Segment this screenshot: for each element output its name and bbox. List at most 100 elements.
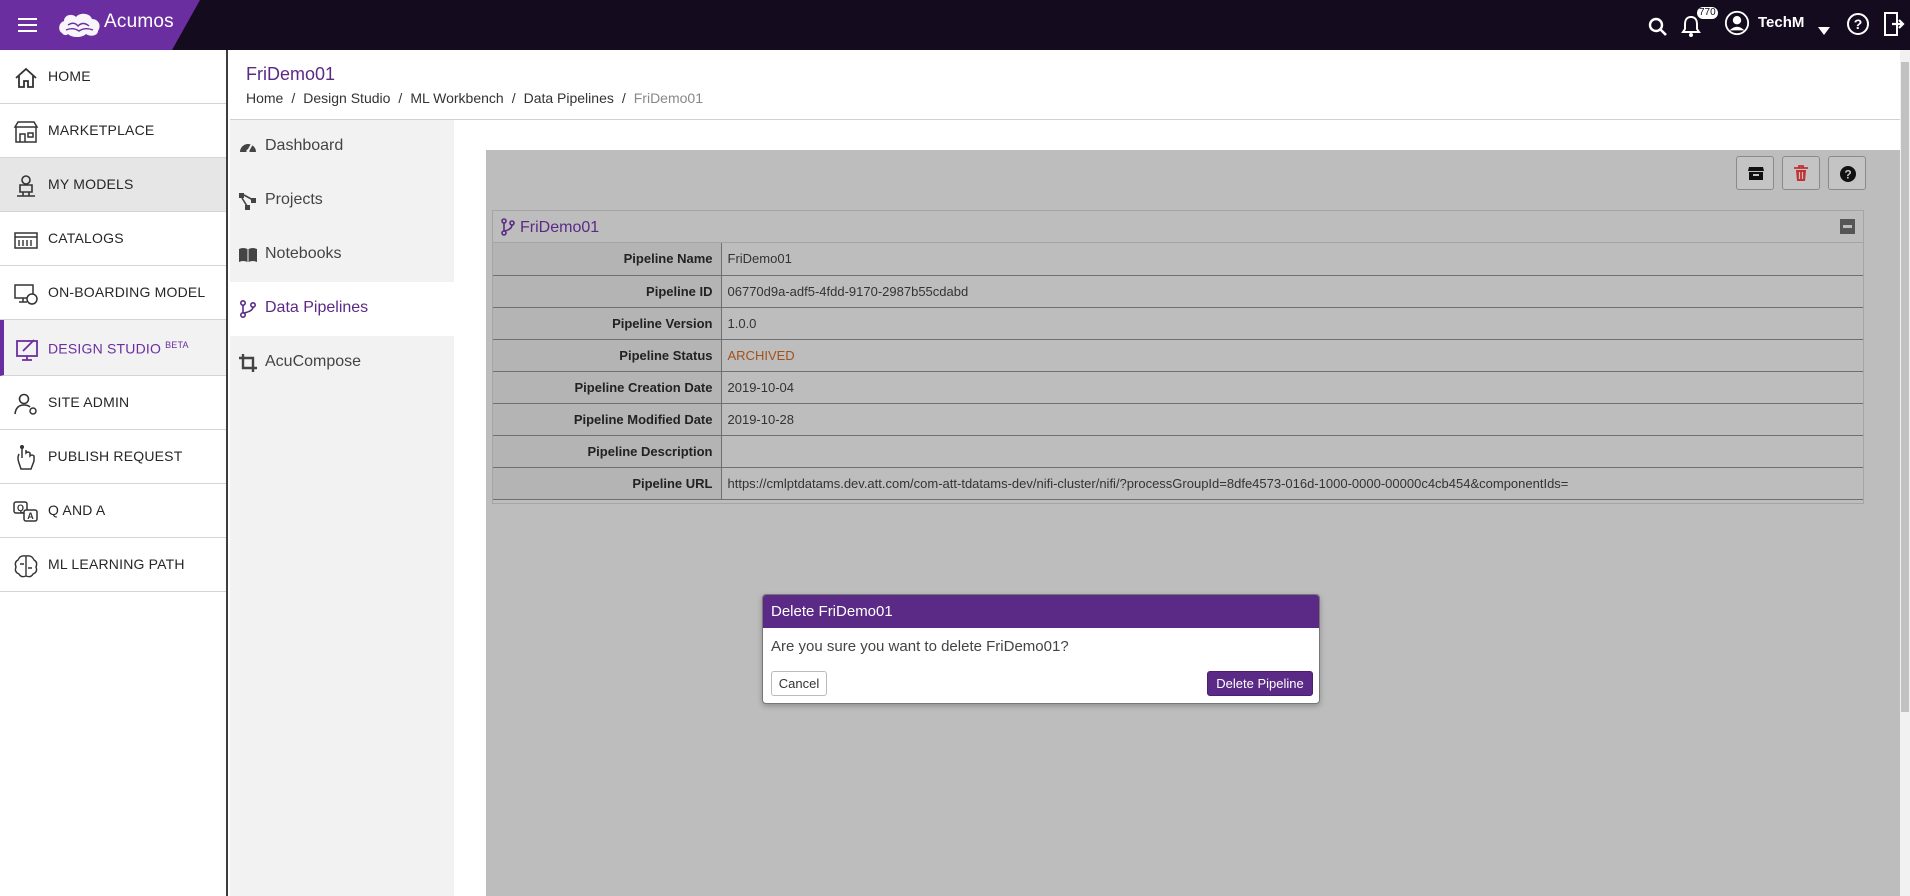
sidebar-item-label: PUBLISH REQUEST <box>48 448 183 464</box>
pipeline-content: ? FriDemo01 Pipeline Name FriDemo01 Pipel… <box>486 150 1900 896</box>
row-key: Pipeline Description <box>493 435 722 468</box>
sidebar-item-label: ON-BOARDING MODEL <box>48 284 206 300</box>
breadcrumb-current: FriDemo01 <box>633 90 703 106</box>
qa-icon: QA <box>13 501 38 522</box>
breadcrumb-separator: / <box>511 90 516 106</box>
row-key: Pipeline Modified Date <box>493 403 722 436</box>
help-icon[interactable]: ? <box>1846 11 1870 37</box>
table-row: Pipeline Description <box>493 435 1863 468</box>
dialog-title: Delete FriDemo01 <box>763 595 1319 628</box>
projects-icon <box>239 193 256 210</box>
page-header: FriDemo01 Home / Design Studio / ML Workbenc… <box>230 50 1900 120</box>
subnav-item-data-pipelines[interactable]: Data Pipelines <box>230 282 454 336</box>
breadcrumb-separator: / <box>621 90 626 106</box>
sidebar-item-my-models[interactable]: MY MODELS <box>0 158 226 212</box>
collapse-icon[interactable] <box>1840 219 1855 234</box>
svg-text:Q: Q <box>17 503 24 513</box>
breadcrumb: Home / Design Studio / ML Workbench / Data Pip… <box>246 90 703 106</box>
pipeline-url-link[interactable]: https://cmlptdatams.dev.att.com/com-att-… <box>721 467 1863 500</box>
pipeline-icon <box>239 299 257 319</box>
sidebar-item-ml-learning-path[interactable]: ML LEARNING PATH <box>0 538 226 592</box>
store-icon <box>13 121 39 143</box>
help-button[interactable]: ? <box>1828 156 1866 190</box>
sidebar-item-q-and-a[interactable]: QA Q AND A <box>0 484 226 538</box>
sidebar-item-label: MY MODELS <box>48 176 134 192</box>
pipeline-icon <box>501 218 515 236</box>
breadcrumb-separator: / <box>291 90 296 106</box>
pipeline-details-panel: FriDemo01 Pipeline Name FriDemo01 Pipelin… <box>492 210 1864 504</box>
sidebar-item-site-admin[interactable]: SITE ADMIN <box>0 376 226 430</box>
sidebar-item-marketplace[interactable]: MARKETPLACE <box>0 104 226 158</box>
sidebar-item-design-studio[interactable]: DESIGN STUDIO BETA <box>0 320 226 376</box>
archive-button[interactable] <box>1736 156 1774 190</box>
sidebar-item-label: CATALOGS <box>48 230 124 246</box>
subnav-item-label: Data Pipelines <box>265 299 369 316</box>
page-title: FriDemo01 <box>246 64 336 84</box>
row-value: FriDemo01 <box>721 243 1863 276</box>
subnav-item-acucompose[interactable]: AcuCompose <box>230 336 454 390</box>
publish-icon <box>17 445 35 470</box>
breadcrumb-separator: / <box>398 90 403 106</box>
sidebar-item-home[interactable]: HOME <box>0 50 226 104</box>
notebook-icon <box>239 248 257 262</box>
sidebar-item-label: HOME <box>48 68 91 84</box>
notification-count-badge: 770 <box>1697 7 1718 19</box>
breadcrumb-data-pipelines[interactable]: Data Pipelines <box>524 90 614 106</box>
svg-text:?: ? <box>1854 16 1863 32</box>
trash-icon <box>1794 165 1808 181</box>
row-value: 06770d9a-adf5-4fdd-9170-2987b55cdabd <box>721 275 1863 308</box>
user-name[interactable]: TechM <box>1758 14 1804 32</box>
row-key: Pipeline Creation Date <box>493 371 722 404</box>
admin-icon <box>14 393 37 415</box>
delete-pipeline-dialog: Delete FriDemo01 Are you sure you want t… <box>762 594 1320 704</box>
subnav-item-notebooks[interactable]: Notebooks <box>230 228 454 282</box>
sidebar-item-onboarding-model[interactable]: ON-BOARDING MODEL <box>0 266 226 320</box>
row-value: 2019-10-04 <box>721 371 1863 404</box>
status-value: ARCHIVED <box>721 339 1863 372</box>
svg-text:?: ? <box>1844 168 1851 182</box>
design-studio-icon <box>16 339 38 361</box>
sidebar-item-publish-request[interactable]: PUBLISH REQUEST <box>0 430 226 484</box>
table-row: Pipeline ID 06770d9a-adf5-4fdd-9170-2987b… <box>493 275 1863 308</box>
table-row: Pipeline Version 1.0.0 <box>493 307 1863 340</box>
beta-badge: BETA <box>165 340 189 350</box>
caret-down-icon[interactable] <box>1817 18 1831 44</box>
robot-icon <box>17 175 35 197</box>
panel-header: FriDemo01 <box>493 211 1863 243</box>
user-avatar-icon[interactable] <box>1723 10 1751 36</box>
breadcrumb-design-studio[interactable]: Design Studio <box>303 90 390 106</box>
home-icon <box>15 67 37 88</box>
subnav-item-projects[interactable]: Projects <box>230 174 454 228</box>
dashboard-icon <box>240 143 256 153</box>
delete-button[interactable] <box>1782 156 1820 190</box>
app-name: Acumos <box>104 11 174 32</box>
row-key: Pipeline Version <box>493 307 722 340</box>
search-icon[interactable] <box>1647 14 1669 40</box>
onboarding-icon <box>14 284 38 305</box>
breadcrumb-ml-workbench[interactable]: ML Workbench <box>410 90 503 106</box>
sidebar-item-label: Q AND A <box>48 502 106 518</box>
dialog-message: Are you sure you want to delete FriDemo0… <box>771 638 1069 655</box>
sidebar-item-label: DESIGN STUDIO BETA <box>48 340 189 357</box>
row-value <box>721 435 1863 468</box>
sidebar-item-catalogs[interactable]: CATALOGS <box>0 212 226 266</box>
pipeline-details-table: Pipeline Name FriDemo01 Pipeline ID 06770d… <box>493 243 1863 500</box>
subnav-item-label: Dashboard <box>265 137 344 154</box>
scrollbar-thumb[interactable] <box>1901 62 1909 712</box>
breadcrumb-home[interactable]: Home <box>246 90 283 106</box>
logout-icon[interactable] <box>1883 11 1905 37</box>
cancel-button[interactable]: Cancel <box>771 671 827 696</box>
brain-icon <box>14 555 38 578</box>
table-row: Pipeline Creation Date 2019-10-04 <box>493 371 1863 404</box>
hamburger-menu-icon[interactable] <box>14 14 40 36</box>
table-row: Pipeline URL https://cmlptdatams.dev.att.… <box>493 467 1863 500</box>
delete-pipeline-button[interactable]: Delete Pipeline <box>1207 671 1313 696</box>
page-scrollbar[interactable] <box>1900 50 1910 896</box>
row-value: 2019-10-28 <box>721 403 1863 436</box>
svg-text:A: A <box>27 511 34 521</box>
subnav-item-dashboard[interactable]: Dashboard <box>230 120 454 174</box>
sidebar-item-text: DESIGN STUDIO <box>48 340 162 357</box>
archive-icon <box>1748 167 1764 180</box>
workbench-subnav: Dashboard Projects Notebooks Data Pipeli… <box>230 120 454 896</box>
question-circle-icon: ? <box>1840 166 1856 182</box>
